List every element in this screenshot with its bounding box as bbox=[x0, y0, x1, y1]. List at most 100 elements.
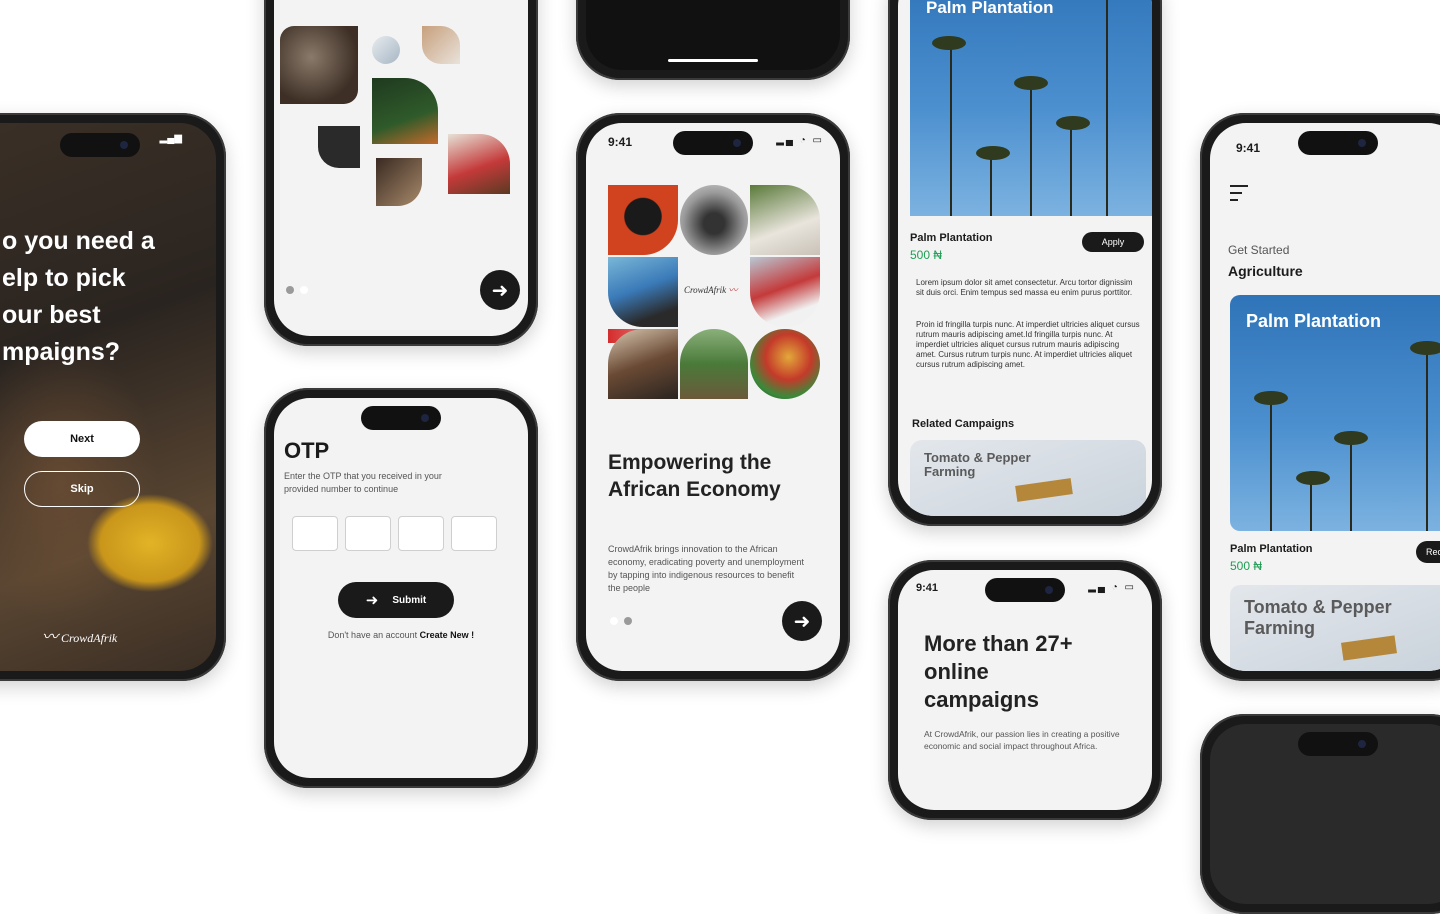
football-photo bbox=[372, 78, 438, 144]
dark-shape-photo bbox=[318, 126, 360, 168]
coins-hands-photo bbox=[280, 26, 358, 104]
top-center-phone bbox=[576, 0, 850, 80]
get-started-label: Get Started bbox=[1228, 243, 1290, 257]
related-card-title: Tomato & Pepper Farming bbox=[924, 450, 1031, 479]
otp-subtitle: Enter the OTP that you received in your … bbox=[284, 471, 442, 494]
palm-campaign-card[interactable]: Palm Plantation bbox=[1230, 295, 1440, 531]
related-campaign-card[interactable]: Tomato & Pepper Farming bbox=[910, 440, 1146, 516]
status-time: 9:41 bbox=[608, 135, 633, 149]
man-portrait-photo bbox=[608, 185, 678, 255]
woman-phone-photo bbox=[376, 158, 422, 206]
campaigns-phone: 9:41 ▂▄ ◔ ▭ More than 27+ online campaig… bbox=[888, 560, 1162, 820]
otp-digit-input[interactable] bbox=[451, 516, 497, 551]
logo-text: CrowdAfrik bbox=[61, 631, 118, 645]
otp-digit-input[interactable] bbox=[292, 516, 338, 551]
campaign-price: 500 ₦ bbox=[1230, 559, 1263, 573]
next-button[interactable]: Next bbox=[24, 421, 140, 457]
status-time: 9:41 bbox=[916, 582, 939, 594]
crate-photo bbox=[1341, 635, 1397, 661]
detail-phone: Palm Plantation Palm Plantation 500 ₦ Ap… bbox=[888, 0, 1162, 526]
status-time: 9:41 bbox=[1236, 141, 1261, 155]
documents-photo bbox=[372, 36, 400, 64]
apply-button[interactable]: Apply bbox=[1082, 232, 1144, 252]
home-indicator bbox=[668, 59, 758, 62]
submit-button[interactable]: ➜ Submit bbox=[338, 582, 454, 618]
arrow-right-icon: ➜ bbox=[491, 279, 509, 302]
market-vendor-photo bbox=[750, 329, 820, 399]
create-new-link[interactable]: Create New ! bbox=[420, 630, 475, 640]
intro-screen: 9:41 ▂▄ ◔ ▭ CrowdAfrik 〰 Empowering the … bbox=[586, 123, 840, 671]
otp-digit-input[interactable] bbox=[345, 516, 391, 551]
description-paragraph: Lorem ipsum dolor sit amet consectetur. … bbox=[916, 278, 1133, 297]
status-icons: ▂▄ ◔ ▭ bbox=[1088, 582, 1136, 593]
campaign-name: Palm Plantation bbox=[1230, 543, 1313, 555]
campaigns-heading: More than 27+ online campaigns bbox=[924, 631, 1073, 712]
submit-label: Submit bbox=[392, 594, 427, 606]
category-screen: 9:41 Get Started Agriculture Palm Planta… bbox=[1210, 123, 1440, 671]
handshake-photo bbox=[422, 26, 460, 64]
crowdafrik-logo: 〰 CrowdAfrik bbox=[42, 623, 117, 647]
category-phone: 9:41 Get Started Agriculture Palm Planta… bbox=[1200, 113, 1440, 681]
question-line: o you need a bbox=[2, 227, 155, 255]
logo-mark-icon: 〰 bbox=[728, 285, 738, 295]
onboarding-screen: ▂▄▆ o you need a elp to pick our best mp… bbox=[0, 123, 216, 671]
status-icons: ▂▄▆ bbox=[159, 133, 182, 144]
crate-photo bbox=[1015, 478, 1073, 502]
onboarding-question: o you need a elp to pick our best mpaign… bbox=[2, 223, 155, 371]
campaign-name: Palm Plantation bbox=[910, 232, 993, 244]
campaign-price: 500 ₦ bbox=[910, 248, 943, 262]
top-center-screen bbox=[586, 0, 840, 70]
arrow-right-icon: ➜ bbox=[793, 610, 811, 633]
campaigns-body: At CrowdAfrik, our passion lies in creat… bbox=[924, 729, 1120, 751]
question-line: elp to pick bbox=[2, 264, 126, 292]
status-icons: ▂▄ ◔ ▭ bbox=[776, 135, 824, 146]
dynamic-island bbox=[361, 406, 441, 430]
pagination-dot[interactable] bbox=[610, 617, 618, 625]
collage-phone: ➜ bbox=[264, 0, 538, 346]
next-arrow-button[interactable]: ➜ bbox=[782, 601, 822, 641]
palm-hero-image bbox=[910, 0, 1152, 216]
pagination-dot[interactable] bbox=[286, 286, 294, 294]
onboarding-phone: ▂▄▆ o you need a elp to pick our best mp… bbox=[0, 113, 226, 681]
dynamic-island bbox=[60, 133, 140, 157]
man-car-photo bbox=[750, 257, 820, 327]
hero-title: Palm Plantation bbox=[926, 0, 1054, 17]
skip-button[interactable]: Skip bbox=[24, 471, 140, 507]
request-button[interactable]: Rec bbox=[1416, 541, 1440, 563]
create-account-row: Don't have an account Create New ! bbox=[274, 630, 528, 640]
dynamic-island bbox=[985, 578, 1065, 602]
logo-mark-icon: 〰 bbox=[42, 629, 59, 646]
intro-heading: Empowering the African Economy bbox=[608, 451, 781, 501]
category-title: Agriculture bbox=[1228, 263, 1303, 279]
man-sweater-photo bbox=[750, 185, 820, 255]
crowdafrik-logo: CrowdAfrik 〰 bbox=[684, 283, 737, 296]
detail-screen: Palm Plantation Palm Plantation 500 ₦ Ap… bbox=[898, 0, 1152, 516]
tomato-campaign-card[interactable]: Tomato & Pepper Farming bbox=[1230, 585, 1440, 671]
farmer-field-photo bbox=[680, 329, 748, 399]
next-arrow-button[interactable]: ➜ bbox=[480, 270, 520, 310]
pagination-dot[interactable] bbox=[300, 286, 308, 294]
otp-phone: OTP Enter the OTP that you received in y… bbox=[264, 388, 538, 788]
otp-title: OTP bbox=[284, 438, 330, 463]
man-hat-photo bbox=[608, 329, 678, 399]
arrow-right-icon: ➜ bbox=[365, 592, 379, 609]
bottom-right-phone bbox=[1200, 714, 1440, 914]
menu-icon[interactable] bbox=[1230, 185, 1248, 201]
related-campaigns-title: Related Campaigns bbox=[912, 418, 1015, 430]
description-paragraph: Proin id fringilla turpis nunc. At imper… bbox=[916, 320, 1140, 369]
intro-phone: 9:41 ▂▄ ◔ ▭ CrowdAfrik 〰 Empowering the … bbox=[576, 113, 850, 681]
pagination-dot[interactable] bbox=[624, 617, 632, 625]
question-line: our best bbox=[2, 301, 101, 329]
otp-code-inputs bbox=[292, 516, 497, 551]
man-scarf-photo bbox=[608, 257, 678, 327]
question-line: mpaigns? bbox=[2, 338, 121, 366]
otp-digit-input[interactable] bbox=[398, 516, 444, 551]
pagination-dots bbox=[610, 617, 632, 625]
card-title: Tomato & Pepper Farming bbox=[1244, 597, 1392, 638]
raised-fist-photo bbox=[680, 185, 748, 255]
logo-text: CrowdAfrik bbox=[684, 285, 727, 295]
bottom-right-screen bbox=[1210, 724, 1440, 904]
dynamic-island bbox=[673, 131, 753, 155]
no-account-text: Don't have an account bbox=[327, 630, 418, 640]
man-red-shirt-photo bbox=[448, 134, 510, 194]
